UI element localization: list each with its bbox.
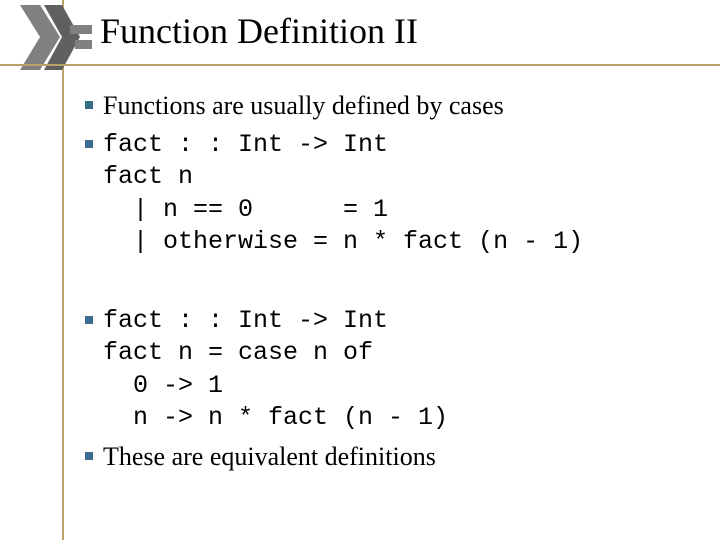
bullet-item: fact : : Int -> Int fact n | n == 0 = 1 … — [75, 129, 690, 259]
bullet-icon — [75, 90, 103, 109]
vertical-rule — [62, 0, 64, 540]
bullet-icon — [75, 129, 103, 148]
title-underline — [0, 64, 720, 66]
bullet-item: These are equivalent definitions — [75, 441, 690, 474]
code-block: fact : : Int -> Int fact n | n == 0 = 1 … — [103, 129, 583, 259]
bullet-icon — [75, 441, 103, 460]
bullet-text: These are equivalent definitions — [103, 441, 436, 474]
slide-body: Functions are usually defined by cases f… — [75, 90, 690, 479]
bullet-text: Functions are usually defined by cases — [103, 90, 504, 123]
slide: Function Definition II Functions are usu… — [0, 0, 720, 540]
spacer — [75, 265, 690, 305]
slide-title: Function Definition II — [100, 10, 418, 52]
code-block: fact : : Int -> Int fact n = case n of 0… — [103, 305, 448, 435]
bullet-item: Functions are usually defined by cases — [75, 90, 690, 123]
bullet-item: fact : : Int -> Int fact n = case n of 0… — [75, 305, 690, 435]
bullet-icon — [75, 305, 103, 324]
